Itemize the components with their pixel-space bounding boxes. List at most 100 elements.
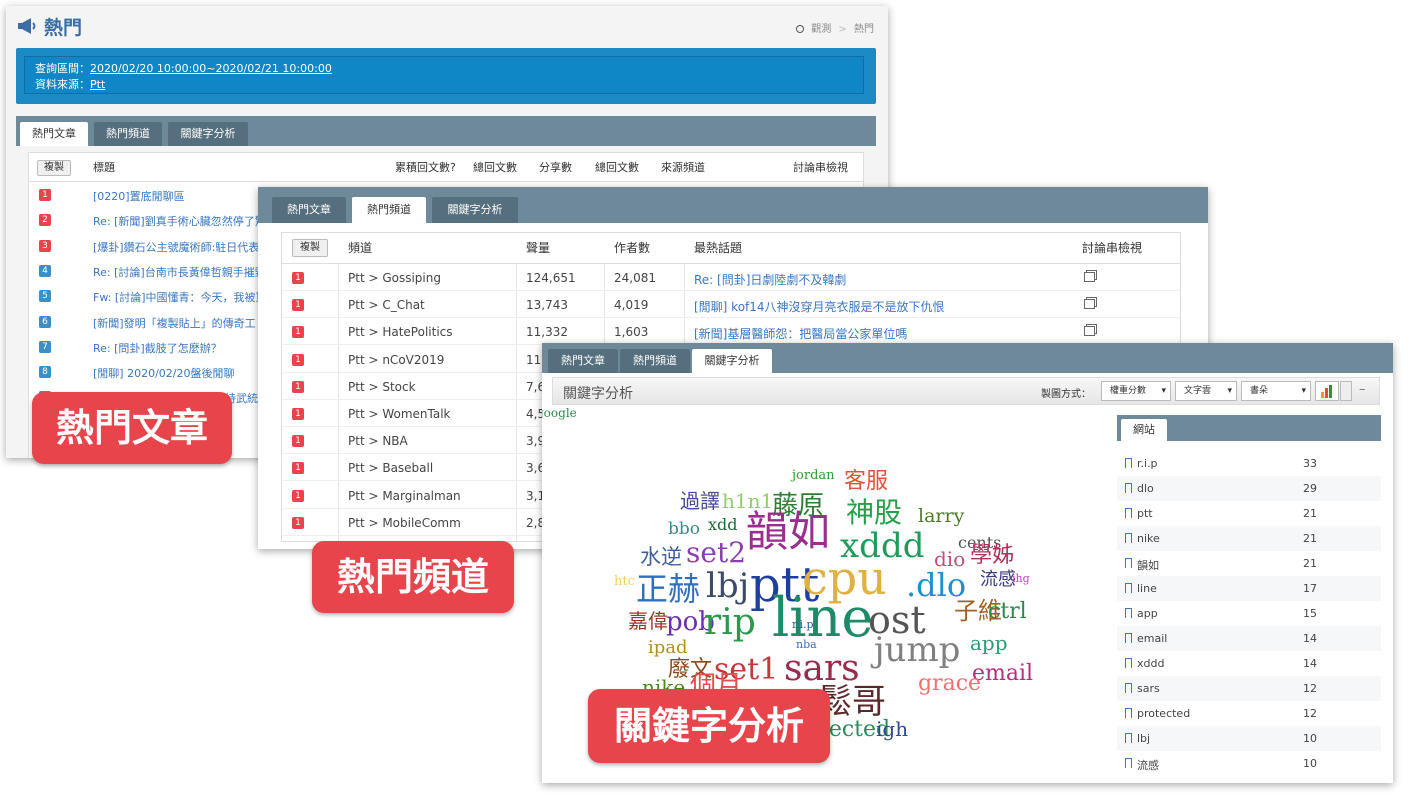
word-cloud-term[interactable]: google <box>542 407 577 419</box>
word-cloud-term[interactable]: 韻如 <box>746 511 830 553</box>
thread-view-icon[interactable] <box>1084 272 1095 282</box>
bookmark-icon <box>1125 558 1132 568</box>
word-cloud-term[interactable]: r.i.p <box>792 619 814 630</box>
word-cloud-term[interactable]: htc <box>614 575 635 588</box>
word-cloud-term[interactable]: 客服 <box>844 471 888 493</box>
word-cloud-term[interactable]: larry <box>918 507 964 526</box>
tab-keyword-analysis[interactable]: 關鍵字分析 <box>168 122 248 146</box>
author-count: 4,019 <box>614 298 649 313</box>
keyword-count: 33 <box>1303 457 1317 470</box>
keyword-row[interactable]: 流感 10 <box>1117 751 1381 776</box>
badge-hot-articles: 熱門文章 <box>32 392 232 464</box>
keyword-row[interactable]: ptt 21 <box>1117 501 1381 526</box>
hottest-topic-link[interactable]: [新聞]基層醫師怨：把醫局當公家單位嗎 <box>694 325 1074 342</box>
tab-hot-channels[interactable]: 熱門頻道 <box>94 122 162 146</box>
col-title: 標題 <box>93 161 115 174</box>
thread-view-icon[interactable] <box>1084 299 1095 310</box>
hottest-topic-link[interactable]: Re: [問卦]日劇陸劇不及韓劇 <box>694 271 1074 288</box>
query-range-link[interactable]: 2020/02/20 10:00:00~2020/02/21 10:00:00 <box>90 62 332 75</box>
keyword-count: 29 <box>1303 482 1317 495</box>
keyword-label: lbj <box>1137 732 1151 745</box>
keyword-row[interactable]: nike 21 <box>1117 526 1381 551</box>
word-cloud-term[interactable]: ihg <box>1012 573 1030 584</box>
copy-button[interactable]: 複製 <box>37 160 71 176</box>
page-title: 熱門 <box>44 16 83 39</box>
word-cloud-term[interactable]: 水逆 <box>640 547 682 568</box>
keyword-row[interactable]: line 17 <box>1117 576 1381 601</box>
tab-hot-channels[interactable]: 熱門頻道 <box>620 349 690 373</box>
bar-chart-button[interactable] <box>1315 381 1339 401</box>
word-cloud-term[interactable]: igh <box>876 719 908 739</box>
keyword-count: 10 <box>1303 757 1317 770</box>
word-cloud-term[interactable]: ipad <box>648 639 688 657</box>
rank-number: 6 <box>39 315 51 328</box>
word-cloud-term[interactable]: email <box>972 663 1033 685</box>
word-cloud-term[interactable]: grace <box>918 673 981 695</box>
volume-value: 13,743 <box>526 298 568 313</box>
channel-name: Ptt > NBA <box>348 434 408 449</box>
breadcrumb-item[interactable]: 觀測 <box>811 24 831 35</box>
shape-select[interactable]: 書朵 <box>1241 381 1311 401</box>
keyword-list: 網站 r.i.p 33 dlo 29 ptt 21 nike 21 韻如 21 line 17 app 1… <box>1117 415 1381 783</box>
word-cloud-term[interactable]: jordan <box>792 469 835 482</box>
volume-value: 11,332 <box>526 325 568 340</box>
keyword-row[interactable]: lbj 10 <box>1117 726 1381 751</box>
keyword-row[interactable]: dlo 29 <box>1117 476 1381 501</box>
source-link[interactable]: Ptt <box>90 78 105 91</box>
word-cloud-term[interactable]: xdd <box>708 517 738 533</box>
badge-hot-channels: 熱門頻道 <box>312 541 514 613</box>
thread-view-icon[interactable] <box>1084 326 1095 337</box>
word-cloud-term[interactable]: rip <box>704 605 756 641</box>
word-cloud-term[interactable]: set2 <box>686 539 746 567</box>
word-cloud-term[interactable]: 嘉偉 <box>628 611 668 631</box>
keyword-toolbar: 關鍵字分析 製圖方式： 權重分數 文字雲 書朵 – <box>552 377 1380 405</box>
tab-hot-articles[interactable]: 熱門文章 <box>272 197 346 223</box>
channel-name: Ptt > nCoV2019 <box>348 352 445 367</box>
tab-keyword-analysis[interactable]: 關鍵字分析 <box>432 197 518 223</box>
word-cloud-term[interactable]: ctrl <box>988 601 1027 623</box>
panel3-tabbar: 熱門文章 熱門頻道 關鍵字分析 <box>542 343 1393 373</box>
badge-keyword-analysis: 關鍵字分析 <box>588 689 830 763</box>
word-cloud-term[interactable]: 正赫 <box>636 573 700 605</box>
word-cloud-term[interactable]: 學姊 <box>970 545 1014 567</box>
tab-website[interactable]: 網站 <box>1121 419 1167 441</box>
channel-name: Ptt > Baseball <box>348 461 434 476</box>
rank-number: 1 <box>292 462 304 475</box>
toggle-button[interactable] <box>1340 381 1352 401</box>
table-row: 1 Ptt > C_Chat 13,743 4,019 [閒聊] kof14八神沒穿月亮… <box>282 291 1180 319</box>
tab-hot-articles[interactable]: 熱門文章 <box>548 349 618 373</box>
keyword-count: 12 <box>1303 707 1317 720</box>
copy-button[interactable]: 複製 <box>292 239 328 257</box>
keyword-row[interactable]: protected 12 <box>1117 701 1381 726</box>
rank-number: 8 <box>39 366 51 379</box>
word-cloud-term[interactable]: line <box>772 591 873 645</box>
word-cloud-term[interactable]: 流感 <box>980 571 1016 589</box>
keyword-count: 21 <box>1303 507 1317 520</box>
author-count: 1,603 <box>614 325 649 340</box>
word-cloud-term[interactable]: app <box>970 633 1008 653</box>
keyword-row[interactable]: xddd 14 <box>1117 651 1381 676</box>
channel-name: Ptt > Marginalman <box>348 488 461 503</box>
tab-hot-channels[interactable]: 熱門頻道 <box>352 197 426 223</box>
word-cloud-term[interactable]: 神股 <box>846 499 902 527</box>
rank-number: 1 <box>292 380 304 393</box>
keyword-row[interactable]: sars 12 <box>1117 676 1381 701</box>
keyword-count: 12 <box>1303 682 1317 695</box>
keyword-label: email <box>1137 632 1168 645</box>
word-cloud-term[interactable]: 過譯 <box>680 491 720 511</box>
hottest-topic-link[interactable]: [閒聊] kof14八神沒穿月亮衣服是不是放下仇恨 <box>694 298 1074 315</box>
keyword-label: 流感 <box>1137 759 1159 772</box>
tab-keyword-analysis[interactable]: 關鍵字分析 <box>692 349 772 373</box>
keyword-row[interactable]: 韻如 21 <box>1117 551 1381 576</box>
word-cloud-term[interactable]: lbj <box>706 569 749 603</box>
keyword-row[interactable]: app 15 <box>1117 601 1381 626</box>
weight-select[interactable]: 權重分數 <box>1101 381 1171 401</box>
keyword-row[interactable]: email 14 <box>1117 626 1381 651</box>
tab-hot-articles[interactable]: 熱門文章 <box>20 122 88 146</box>
chart-type-select[interactable]: 文字雲 <box>1175 381 1237 401</box>
word-cloud-term[interactable]: jump <box>874 633 960 667</box>
bookmark-icon <box>1125 508 1132 518</box>
keyword-row[interactable]: r.i.p 33 <box>1117 451 1381 476</box>
minimize-icon[interactable]: – <box>1359 382 1366 397</box>
keyword-label: line <box>1137 582 1157 595</box>
